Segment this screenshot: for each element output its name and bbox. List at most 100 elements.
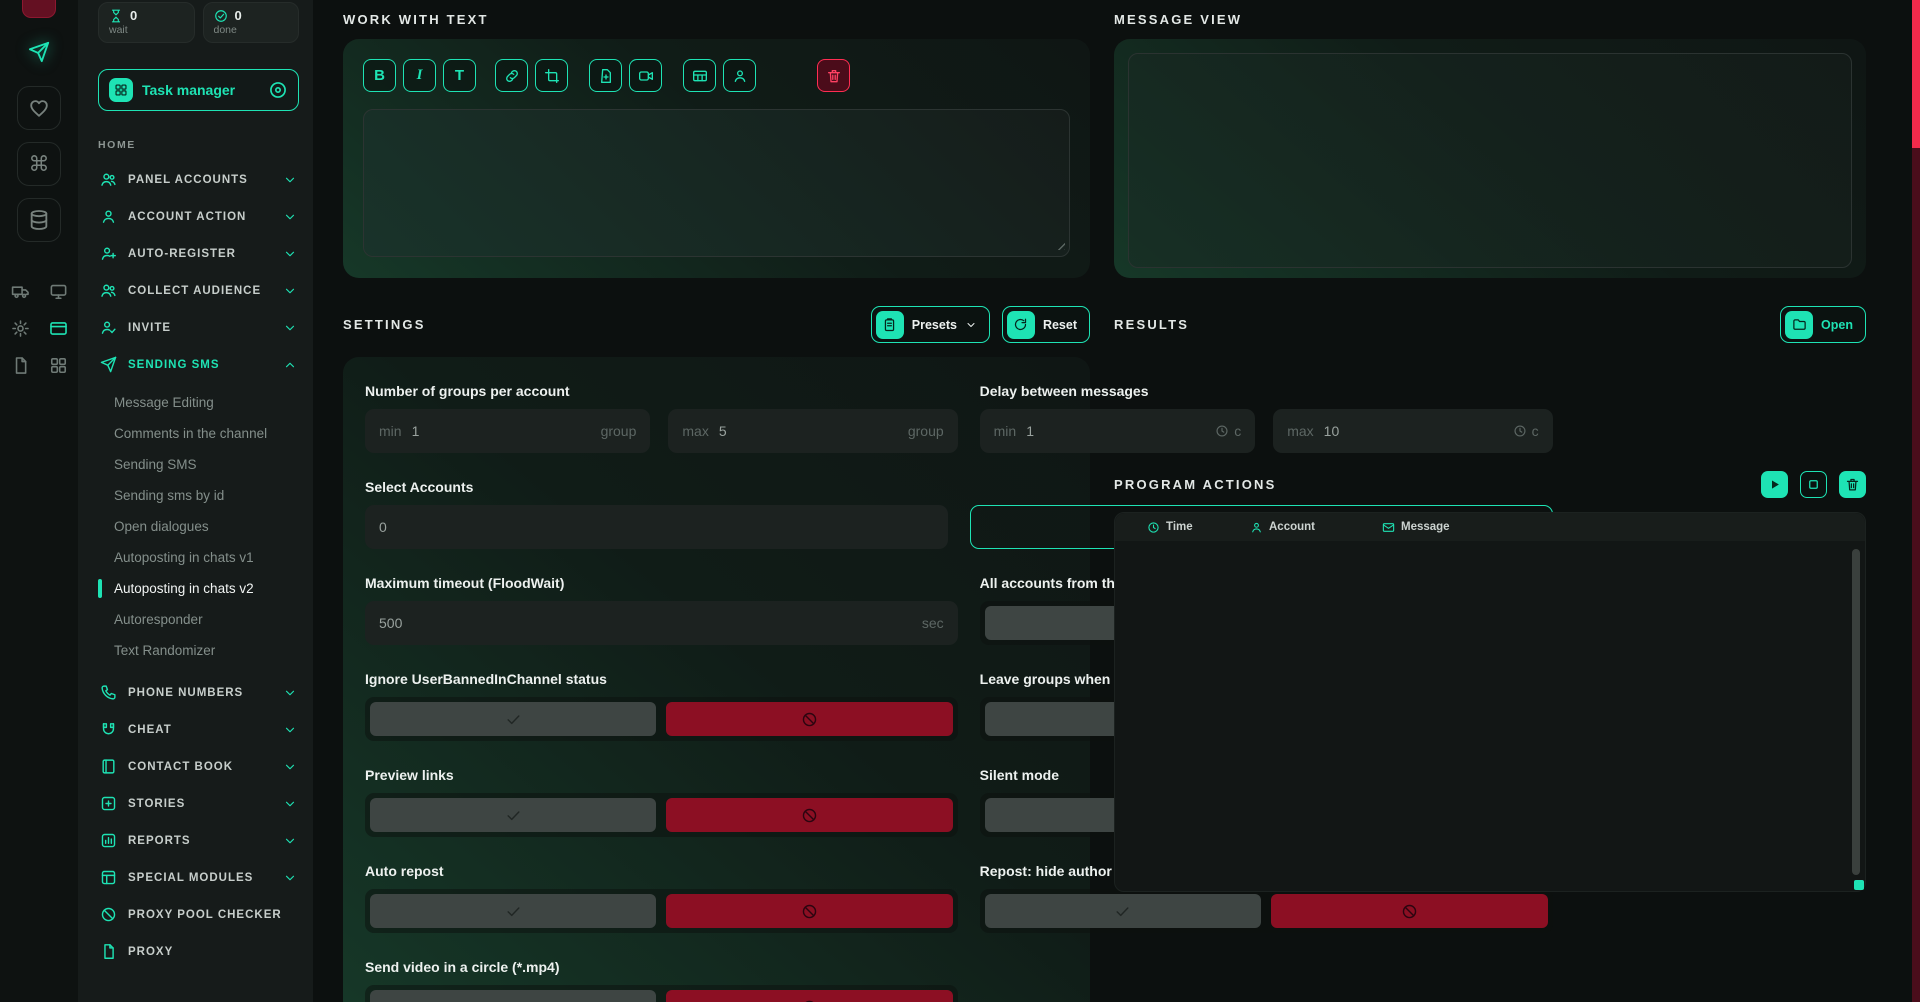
sidebar-item-special-modules[interactable]: SPECIAL MODULES <box>98 859 299 896</box>
bold-button[interactable]: B <box>363 59 396 92</box>
task-manager-label: Task manager <box>142 82 259 98</box>
message-view-title: MESSAGE VIEW <box>1114 12 1866 27</box>
sidebar-item-account-action[interactable]: ACCOUNT ACTION <box>98 198 299 235</box>
command-icon: ⌘ <box>29 154 50 175</box>
person-icon <box>732 68 748 84</box>
keyboard-icon <box>692 68 708 84</box>
open-results-button[interactable]: Open <box>1780 306 1866 343</box>
wait-stat: 0 wait <box>98 2 195 43</box>
sidebar-item-stories[interactable]: STORIES <box>98 785 299 822</box>
message-view-card <box>1114 39 1866 278</box>
spoiler-button[interactable] <box>535 59 568 92</box>
sidebar-item-invite[interactable]: INVITE <box>98 309 299 346</box>
toggle-disable-button[interactable] <box>666 798 952 832</box>
table-scrollbar[interactable] <box>1852 549 1860 875</box>
chevron-up-icon <box>283 358 297 372</box>
sidebar-menu: PANEL ACCOUNTS ACCOUNT ACTION AUTO-REGIS… <box>98 161 299 970</box>
mention-button[interactable] <box>723 59 756 92</box>
truck-mini-button[interactable] <box>9 280 31 302</box>
toggle-enable-button[interactable] <box>370 894 656 928</box>
link-button[interactable] <box>495 59 528 92</box>
sidebar-item-panel-accounts[interactable]: PANEL ACCOUNTS <box>98 161 299 198</box>
truck-icon <box>11 282 30 301</box>
card-mini-button[interactable] <box>47 317 69 339</box>
groups-min-input[interactable] <box>412 423 593 439</box>
submenu-autoposting-v2[interactable]: Autoposting in chats v2 <box>98 573 299 604</box>
command-rail-button[interactable]: ⌘ <box>17 142 61 186</box>
italic-button[interactable]: I <box>403 59 436 92</box>
toggle-disable-button[interactable] <box>666 990 952 1002</box>
slashed-circle-icon <box>100 906 117 923</box>
time-column-header: Time <box>1147 521 1250 534</box>
message-column-header: Message <box>1382 521 1450 534</box>
groups-max-input[interactable] <box>719 423 900 439</box>
message-textarea-wrap <box>363 109 1070 257</box>
clear-log-button[interactable] <box>1839 471 1866 498</box>
book-icon <box>100 758 117 775</box>
message-textarea[interactable] <box>363 109 1070 257</box>
task-manager-button[interactable]: Task manager <box>98 69 299 111</box>
toggle-enable-button[interactable] <box>370 702 656 736</box>
prohibited-icon <box>801 903 818 920</box>
sidebar-item-phone-numbers[interactable]: PHONE NUMBERS <box>98 674 299 711</box>
keyboard-button[interactable] <box>683 59 716 92</box>
toggle-enable-button[interactable] <box>370 798 656 832</box>
sidebar-item-proxy-pool-checker[interactable]: PROXY POOL CHECKER <box>98 896 299 933</box>
submenu-autoresponder[interactable]: Autoresponder <box>98 604 299 635</box>
rotate-icon <box>1007 311 1035 339</box>
timeout-input[interactable] <box>379 615 914 631</box>
toggle-ignore-userbanned-status: Ignore UserBannedInChannel status <box>365 671 958 741</box>
settings-title: SETTINGS <box>343 317 859 332</box>
clear-text-button[interactable] <box>817 59 850 92</box>
user-check-icon <box>100 319 117 336</box>
window-scrollbar-thumb[interactable] <box>1912 0 1920 148</box>
favorites-rail-button[interactable] <box>17 86 61 130</box>
wait-label: wait <box>109 24 184 36</box>
queue-stats: 0 wait 0 done <box>98 2 299 43</box>
reset-button[interactable]: Reset <box>1002 306 1090 343</box>
submenu-autoposting-v1[interactable]: Autoposting in chats v1 <box>98 542 299 573</box>
attach-video-button[interactable] <box>629 59 662 92</box>
sidebar-item-sending-sms[interactable]: SENDING SMS <box>98 346 299 383</box>
settings-card: Number of groups per account min group m… <box>343 357 1090 1002</box>
submenu-message-editing[interactable]: Message Editing <box>98 387 299 418</box>
sidebar-item-proxy[interactable]: PROXY <box>98 933 299 970</box>
chart-icon <box>100 832 117 849</box>
accounts-count-input[interactable] <box>379 519 934 535</box>
stop-button[interactable] <box>1800 471 1827 498</box>
monitor-mini-button[interactable] <box>47 280 69 302</box>
sidebar-item-auto-register[interactable]: AUTO-REGISTER <box>98 235 299 272</box>
sidebar-item-cheat[interactable]: CHEAT <box>98 711 299 748</box>
submenu-sending-sms[interactable]: Sending SMS <box>98 449 299 480</box>
clipped-red-rail-icon[interactable] <box>22 0 56 18</box>
sidebar-item-collect-audience[interactable]: COLLECT AUDIENCE <box>98 272 299 309</box>
submenu-text-randomizer[interactable]: Text Randomizer <box>98 635 299 666</box>
submenu-sending-sms-by-id[interactable]: Sending sms by id <box>98 480 299 511</box>
send-rail-button[interactable] <box>17 30 61 74</box>
submenu-open-dialogues[interactable]: Open dialogues <box>98 511 299 542</box>
toggle-disable-button[interactable] <box>666 702 952 736</box>
message-preview-box <box>1128 53 1852 268</box>
sidebar-item-contact-book[interactable]: CONTACT BOOK <box>98 748 299 785</box>
main-content: WORK WITH TEXT B I T <box>313 0 1920 1002</box>
sidebar-item-reports[interactable]: REPORTS <box>98 822 299 859</box>
phone-icon <box>100 684 117 701</box>
send-icon <box>28 41 50 63</box>
file-plus-icon <box>598 68 614 84</box>
toggle-disable-button[interactable] <box>666 894 952 928</box>
check-icon <box>505 807 522 824</box>
toggle-enable-button[interactable] <box>370 990 656 1002</box>
window-scrollbar-track[interactable] <box>1912 0 1920 1002</box>
groups-max-field: max group <box>668 409 957 453</box>
presets-button[interactable]: Presets <box>871 306 990 343</box>
grid-mini-button[interactable] <box>47 354 69 376</box>
document-mini-button[interactable] <box>9 354 31 376</box>
database-rail-button[interactable] <box>17 198 61 242</box>
text-format-button[interactable]: T <box>443 59 476 92</box>
target-circle-icon <box>268 80 288 100</box>
table-resize-handle[interactable] <box>1854 880 1864 890</box>
attach-file-button[interactable] <box>589 59 622 92</box>
submenu-comments-in-channel[interactable]: Comments in the channel <box>98 418 299 449</box>
start-button[interactable] <box>1761 471 1788 498</box>
gear-mini-button[interactable] <box>9 317 31 339</box>
